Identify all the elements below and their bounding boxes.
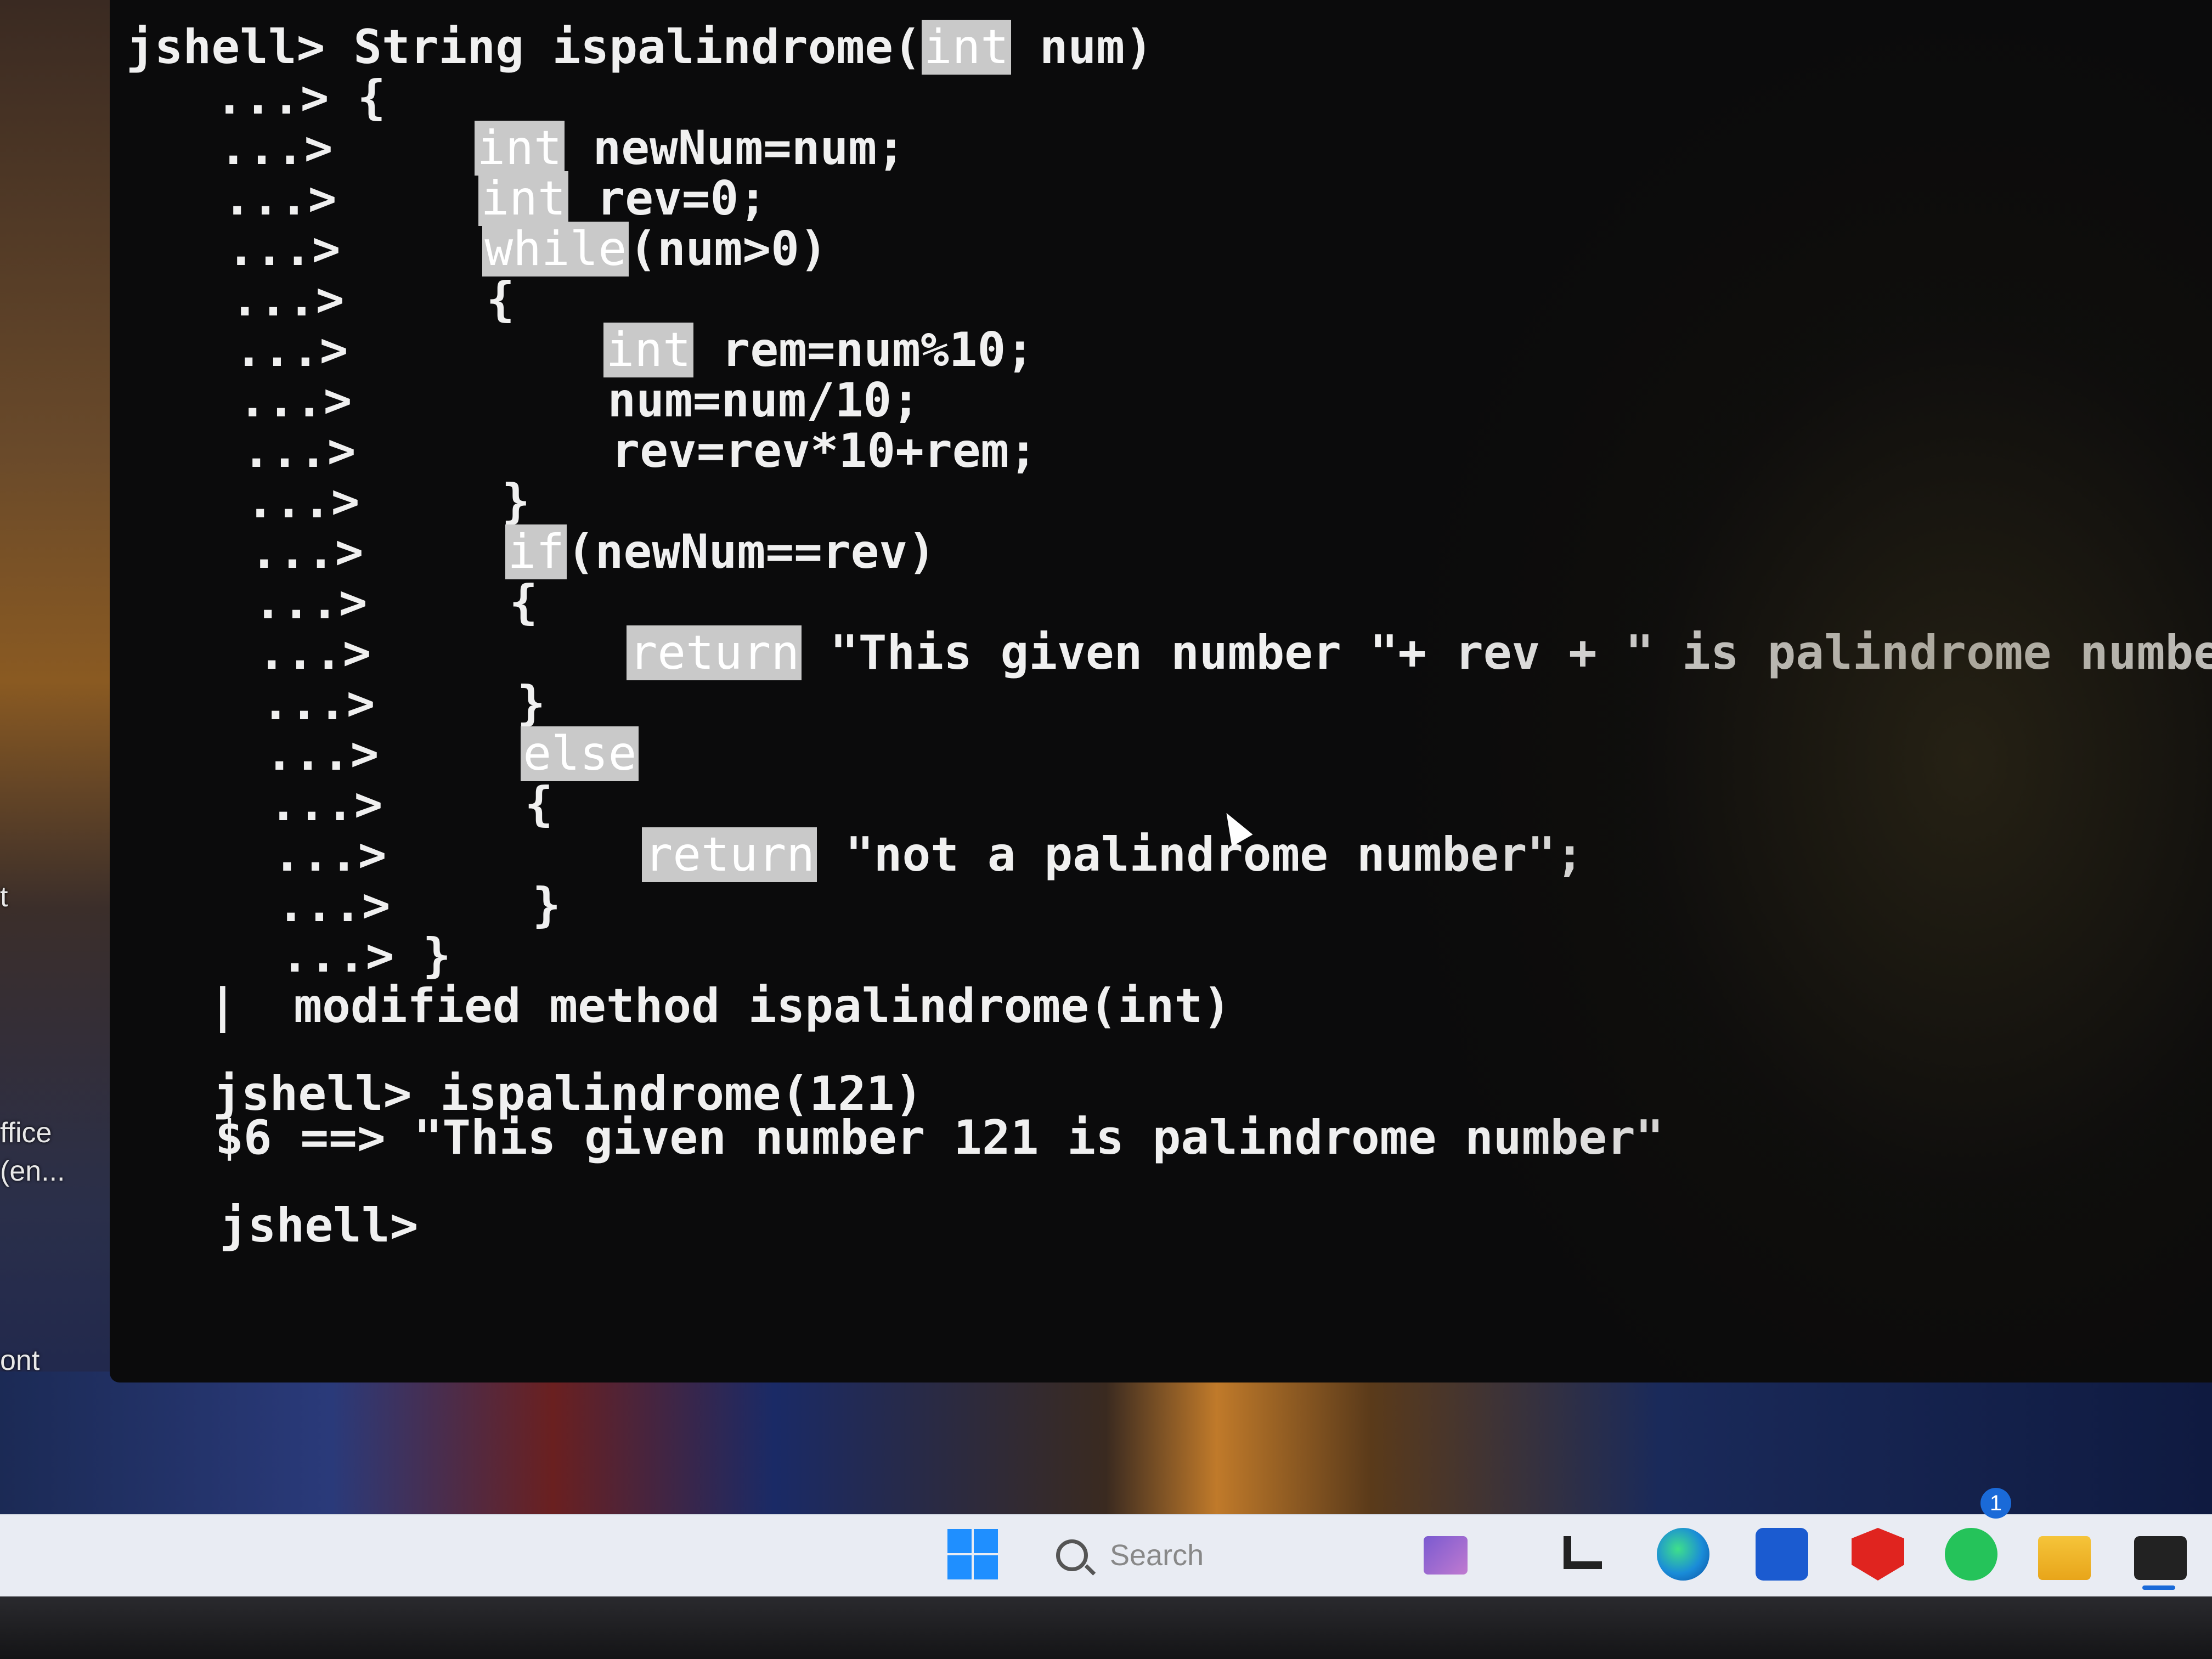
jshell-prompt: ...>	[188, 827, 415, 882]
jshell-continuation-line: ...> while(num>0)	[142, 222, 828, 276]
taskbar-search-box[interactable]: Search	[1056, 1531, 1286, 1580]
jshell-continuation-line: ...> }	[195, 930, 451, 981]
widgets-icon[interactable]	[1424, 1536, 1468, 1575]
jshell-prompt: ...>	[134, 121, 362, 176]
desktop-icon-label[interactable]: ffice	[0, 1114, 52, 1152]
task-view-icon[interactable]	[1564, 1536, 1602, 1569]
jshell-continuation-line: ...> {	[145, 274, 515, 325]
search-icon	[1056, 1539, 1088, 1571]
jshell-prompt: ...>	[142, 222, 369, 276]
store-icon[interactable]	[1756, 1528, 1808, 1581]
code-text: }	[403, 676, 546, 731]
keyword-token: return	[642, 827, 817, 882]
code-text: }	[388, 474, 531, 529]
code-text: }	[419, 878, 561, 933]
jshell-terminal-window[interactable]: jshell> String ispalindrome(int num) ...…	[110, 0, 2212, 1383]
jshell-continuation-line: ...> {	[168, 577, 538, 628]
jshell-result-line: $6 ==> "This given number 121 is palindr…	[215, 1110, 1664, 1165]
jshell-prompt: ...>	[195, 928, 423, 983]
jshell-continuation-line: ...> }	[161, 476, 530, 527]
keyword-token: else	[521, 726, 639, 781]
file-explorer-icon[interactable]	[2038, 1536, 2091, 1580]
desktop-wallpaper-bottom	[0, 1372, 2212, 1514]
jshell-continuation-line: ...> if(newNum==rev)	[165, 524, 936, 579]
desktop-icon-label[interactable]: (en...	[0, 1152, 65, 1190]
jshell-prompt: ...>	[130, 70, 358, 125]
jshell-prompt-current[interactable]: jshell>	[219, 1200, 418, 1251]
windows-start-icon[interactable]	[946, 1528, 999, 1581]
jshell-continuation-line: ...> int rev=0;	[138, 171, 768, 226]
jshell-continuation-line: ...> rev=rev*10+rem;	[157, 426, 1037, 476]
code-text: String ispalindrome(	[353, 20, 922, 75]
code-text: rev=0;	[568, 171, 768, 226]
jshell-continuation-line: ...> {	[130, 72, 386, 123]
keyword-token: if	[505, 524, 567, 579]
jshell-continuation-line: ...> int newNum=num;	[134, 121, 905, 176]
keyword-token: int	[475, 121, 565, 176]
jshell-prompt: ...>	[165, 524, 392, 579]
desktop-icon-label[interactable]: t	[0, 878, 8, 916]
whatsapp-badge: 1	[1980, 1488, 2011, 1519]
jshell-prompt: ...>	[184, 777, 411, 832]
code-text: num)	[1011, 20, 1153, 75]
jshell-continuation-line: ...> {	[184, 779, 553, 830]
code-text: {	[396, 575, 538, 630]
code-text: rem=num%10;	[693, 323, 1035, 377]
screen-glare	[1389, 0, 2212, 1383]
keyword-token: int	[603, 323, 693, 377]
search-placeholder: Search	[1110, 1539, 1204, 1572]
code-text: num=num/10;	[380, 373, 920, 428]
jshell-prompt: ...>	[153, 373, 381, 428]
code-text: {	[357, 70, 386, 125]
jshell-continuation-line: ...> return "not a palindrome number";	[188, 827, 1584, 882]
keyword-token: while	[482, 222, 629, 276]
jshell-continuation-line: ...> return "This given number "+ rev + …	[172, 625, 2212, 680]
jshell-prompt: ...>	[191, 878, 419, 933]
keyword-token: int	[921, 20, 1012, 75]
code-text: }	[422, 928, 451, 983]
jshell-continuation-line: ...> else	[180, 726, 639, 781]
jshell-prompt: ...>	[157, 424, 385, 478]
laptop-bezel	[0, 1596, 2212, 1659]
desktop-wallpaper-left	[0, 0, 110, 1514]
code-text: "not a palindrome number";	[817, 827, 1584, 882]
jshell-prompt: ...>	[138, 171, 365, 226]
edge-icon[interactable]	[1657, 1528, 1709, 1581]
jshell-continuation-line: ...> int rem=num%10;	[149, 323, 1035, 377]
jshell-prompt: ...>	[145, 272, 373, 327]
jshell-prompt: ...>	[149, 323, 377, 377]
jshell-continuation-line: ...> }	[176, 678, 545, 729]
jshell-prompt: ...>	[161, 474, 388, 529]
status-message: | modified method ispalindrome(int)	[208, 979, 1231, 1034]
jshell-input-line: jshell> String ispalindrome(int num)	[126, 20, 1153, 75]
code-text: (newNum==rev)	[566, 524, 936, 579]
keyword-token: int	[478, 171, 568, 226]
jshell-continuation-line: ...> }	[191, 880, 561, 930]
terminal-active-indicator	[2142, 1585, 2175, 1590]
code-text: (num>0)	[629, 222, 828, 276]
code-text: {	[411, 777, 554, 832]
keyword-token: return	[627, 625, 802, 680]
jshell-prompt: ...>	[176, 676, 404, 731]
jshell-prompt: ...>	[180, 726, 408, 781]
jshell-prompt: ...>	[172, 625, 400, 680]
code-text: rev=rev*10+rem;	[384, 424, 1038, 478]
code-text: "This given number "+ rev + " is palindr…	[802, 625, 2212, 680]
whatsapp-icon[interactable]	[1945, 1528, 1997, 1581]
code-text: {	[373, 272, 515, 327]
jshell-continuation-line: ...> num=num/10;	[153, 375, 920, 426]
code-text: newNum=num;	[564, 121, 905, 176]
jshell-prompt: ...>	[168, 575, 396, 630]
terminal-icon[interactable]	[2134, 1536, 2187, 1580]
jshell-prompt: jshell>	[126, 20, 354, 75]
